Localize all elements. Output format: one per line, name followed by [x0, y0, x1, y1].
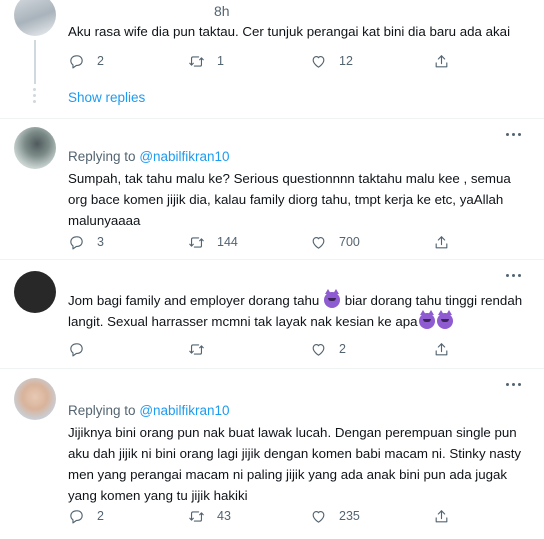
thread-dot	[33, 94, 36, 97]
replying-to-handle[interactable]: @nabilfikran10	[139, 149, 229, 164]
tweet-actions: 3 144 700	[68, 232, 448, 252]
like-button[interactable]: 2	[310, 339, 346, 359]
like-count: 235	[339, 509, 360, 523]
heart-icon	[312, 236, 325, 249]
retweet-button[interactable]	[188, 339, 217, 359]
reply-button[interactable]: 2	[68, 51, 104, 71]
tweet-text: Sumpah, tak tahu malu ke? Serious questi…	[68, 171, 515, 228]
retweet-icon	[189, 236, 204, 248]
replying-to-label: Replying to	[68, 403, 136, 418]
replying-to-label: Replying to	[68, 149, 136, 164]
avatar[interactable]	[14, 271, 56, 313]
share-icon	[435, 54, 448, 67]
tweet-time[interactable]: 8h	[214, 3, 230, 19]
heart-icon	[312, 55, 325, 68]
reply-button[interactable]: 2	[68, 506, 104, 526]
retweet-count: 43	[217, 509, 231, 523]
reply-button[interactable]: 3	[68, 232, 104, 252]
replying-to: Replying to @nabilfikran10	[68, 403, 230, 418]
tweet-text: Jijiknya bini orang pun nak buat lawak l…	[68, 425, 525, 503]
share-button[interactable]	[433, 506, 450, 526]
tweet-actions: 2 1 12	[68, 51, 448, 71]
thread-line	[34, 40, 36, 84]
more-icon[interactable]	[506, 272, 524, 278]
thread-dot	[33, 100, 36, 103]
tweet-text: Jom bagi family and employer dorang tahu…	[68, 289, 530, 332]
reply-icon	[70, 235, 83, 249]
smiling-devil-emoji	[324, 289, 340, 308]
replying-to-handle[interactable]: @nabilfikran10	[139, 403, 229, 418]
thread-dot	[33, 88, 36, 91]
retweet-button[interactable]: 1	[188, 51, 224, 71]
reply-count: 2	[97, 509, 104, 523]
retweet-button[interactable]: 43	[188, 506, 231, 526]
tweet-text-part: Jom bagi family and employer dorang tahu	[68, 293, 323, 308]
tweet[interactable]: Replying to @nabilfikran10 Jijiknya bini…	[0, 369, 544, 539]
tweet-text: Aku rasa wife dia pun taktau. Cer tunjuk…	[68, 24, 511, 39]
like-button[interactable]: 235	[310, 506, 360, 526]
tweet[interactable]: Replying to @nabilfikran10 Sumpah, tak t…	[0, 119, 544, 259]
share-button[interactable]	[433, 339, 450, 359]
replying-to: Replying to @nabilfikran10	[68, 149, 230, 164]
share-icon	[435, 342, 448, 355]
tweet-actions: 2	[68, 339, 448, 359]
heart-icon	[312, 510, 325, 523]
share-button[interactable]	[433, 232, 450, 252]
like-count: 2	[339, 342, 346, 356]
like-button[interactable]: 700	[310, 232, 360, 252]
retweet-count: 1	[217, 54, 224, 68]
show-replies-link[interactable]: Show replies	[68, 90, 145, 105]
retweet-count: 144	[217, 235, 238, 249]
reply-count: 3	[97, 235, 104, 249]
smiling-devil-emoji	[418, 310, 435, 329]
share-button[interactable]	[433, 51, 450, 71]
tweet-actions: 2 43 235	[68, 506, 448, 526]
reply-icon	[70, 54, 83, 68]
reply-count: 2	[97, 54, 104, 68]
like-count: 700	[339, 235, 360, 249]
tweet[interactable]: 8h Aku rasa wife dia pun taktau. Cer tun…	[0, 0, 544, 112]
more-icon[interactable]	[506, 131, 524, 137]
heart-icon	[312, 343, 325, 356]
retweet-icon	[189, 510, 204, 522]
retweet-button[interactable]: 144	[188, 232, 238, 252]
retweet-icon	[189, 55, 204, 67]
tweet[interactable]: Jom bagi family and employer dorang tahu…	[0, 260, 544, 368]
avatar[interactable]	[14, 0, 56, 36]
reply-icon	[70, 342, 83, 356]
share-icon	[435, 235, 448, 248]
like-button[interactable]: 12	[310, 51, 353, 71]
avatar[interactable]	[14, 127, 56, 169]
like-count: 12	[339, 54, 353, 68]
reply-button[interactable]	[68, 339, 97, 359]
more-icon[interactable]	[506, 381, 524, 387]
reply-icon	[70, 509, 83, 523]
smiling-devil-emoji	[436, 310, 453, 329]
avatar[interactable]	[14, 378, 56, 420]
retweet-icon	[189, 343, 204, 355]
share-icon	[435, 509, 448, 522]
